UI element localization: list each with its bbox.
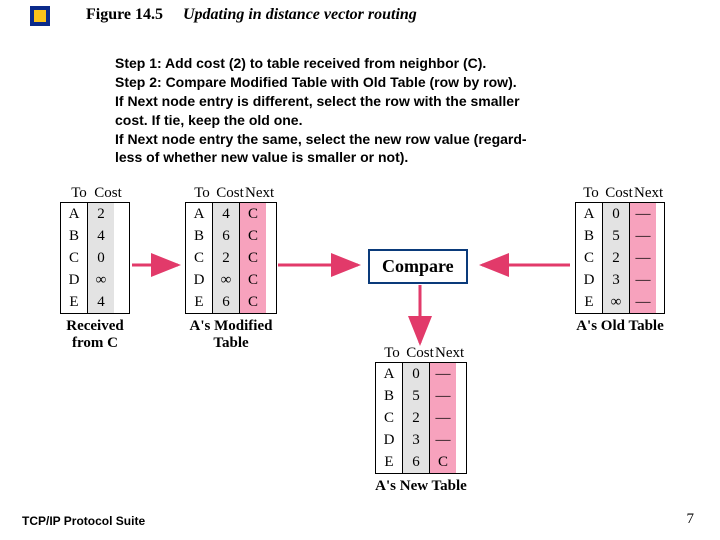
table-header: ToCostNext bbox=[375, 345, 467, 362]
cell: — bbox=[630, 291, 656, 313]
cell: — bbox=[630, 203, 656, 225]
cell: 2 bbox=[88, 203, 114, 225]
cell: 6 bbox=[213, 291, 240, 313]
cell: C bbox=[576, 247, 603, 269]
cell: B bbox=[576, 225, 603, 247]
cell: C bbox=[240, 225, 266, 247]
cell: C bbox=[61, 247, 88, 269]
cell: C bbox=[240, 291, 266, 313]
cell: 2 bbox=[603, 247, 630, 269]
cell: 4 bbox=[213, 203, 240, 225]
cell: 6 bbox=[213, 225, 240, 247]
step-line: If Next node entry is different, select … bbox=[115, 92, 645, 111]
cell: — bbox=[630, 225, 656, 247]
cell: C bbox=[430, 451, 456, 473]
slide: Figure 14.5 Updating in distance vector … bbox=[0, 0, 720, 540]
cell: 4 bbox=[88, 225, 114, 247]
cell: — bbox=[430, 385, 456, 407]
cell: E bbox=[376, 451, 403, 473]
table-caption: A's Old Table bbox=[575, 318, 665, 335]
bullet-icon bbox=[30, 6, 50, 26]
cell: 2 bbox=[403, 407, 430, 429]
cell: A bbox=[186, 203, 213, 225]
cell: 3 bbox=[403, 429, 430, 451]
cell: A bbox=[61, 203, 88, 225]
cell: D bbox=[376, 429, 403, 451]
cell: D bbox=[61, 269, 88, 291]
cell: 4 bbox=[88, 291, 114, 313]
cell: E bbox=[576, 291, 603, 313]
cell: ∞ bbox=[213, 269, 240, 291]
page-number: 7 bbox=[687, 511, 695, 528]
cell: B bbox=[61, 225, 88, 247]
cell: E bbox=[186, 291, 213, 313]
cell: D bbox=[576, 269, 603, 291]
cell: C bbox=[240, 269, 266, 291]
cell: B bbox=[376, 385, 403, 407]
cell: C bbox=[240, 247, 266, 269]
cell: 6 bbox=[403, 451, 430, 473]
cell: — bbox=[430, 363, 456, 385]
footer-left: TCP/IP Protocol Suite bbox=[22, 514, 145, 528]
table-caption: A's New Table bbox=[375, 478, 467, 495]
cell: A bbox=[376, 363, 403, 385]
table-caption: A's Modified Table bbox=[185, 318, 277, 353]
cell: 2 bbox=[213, 247, 240, 269]
cell: B bbox=[186, 225, 213, 247]
cell: — bbox=[430, 429, 456, 451]
cell: — bbox=[430, 407, 456, 429]
table-modified: ToCostNext A B C D E 4 6 2 ∞ 6 bbox=[185, 185, 277, 353]
step-line: Step 1: Add cost (2) to table received f… bbox=[115, 54, 645, 73]
diagram-area: ToCost A B C D E 2 4 0 ∞ 4 Received f bbox=[40, 185, 680, 495]
cell: ∞ bbox=[88, 269, 114, 291]
cell: 3 bbox=[603, 269, 630, 291]
cell: 5 bbox=[603, 225, 630, 247]
cell: C bbox=[240, 203, 266, 225]
cell: 0 bbox=[403, 363, 430, 385]
step-line: If Next node entry the same, select the … bbox=[115, 130, 645, 149]
compare-box: Compare bbox=[368, 249, 468, 284]
step-line: cost. If tie, keep the old one. bbox=[115, 111, 645, 130]
cell: 0 bbox=[88, 247, 114, 269]
step-line: Step 2: Compare Modified Table with Old … bbox=[115, 73, 645, 92]
table-old: ToCostNext A B C D E 0 5 2 3 ∞ bbox=[575, 185, 665, 335]
table-header: ToCostNext bbox=[575, 185, 665, 202]
table-new: ToCostNext A B C D E 0 5 2 3 6 bbox=[375, 345, 467, 495]
cell: D bbox=[186, 269, 213, 291]
cell: E bbox=[61, 291, 88, 313]
cell: 0 bbox=[603, 203, 630, 225]
cell: A bbox=[576, 203, 603, 225]
figure-label: Figure 14.5 bbox=[86, 6, 163, 24]
table-received: ToCost A B C D E 2 4 0 ∞ 4 Received f bbox=[60, 185, 130, 353]
cell: C bbox=[186, 247, 213, 269]
figure-title: Updating in distance vector routing bbox=[183, 6, 417, 24]
step-line: less of whether new value is smaller or … bbox=[115, 148, 645, 167]
cell: ∞ bbox=[603, 291, 630, 313]
cell: 5 bbox=[403, 385, 430, 407]
cell: — bbox=[630, 269, 656, 291]
cell: C bbox=[376, 407, 403, 429]
table-caption: Received from C bbox=[60, 318, 130, 353]
table-header: ToCostNext bbox=[185, 185, 277, 202]
table-header: ToCost bbox=[60, 185, 130, 202]
cell: — bbox=[630, 247, 656, 269]
algorithm-steps: Step 1: Add cost (2) to table received f… bbox=[115, 54, 645, 167]
